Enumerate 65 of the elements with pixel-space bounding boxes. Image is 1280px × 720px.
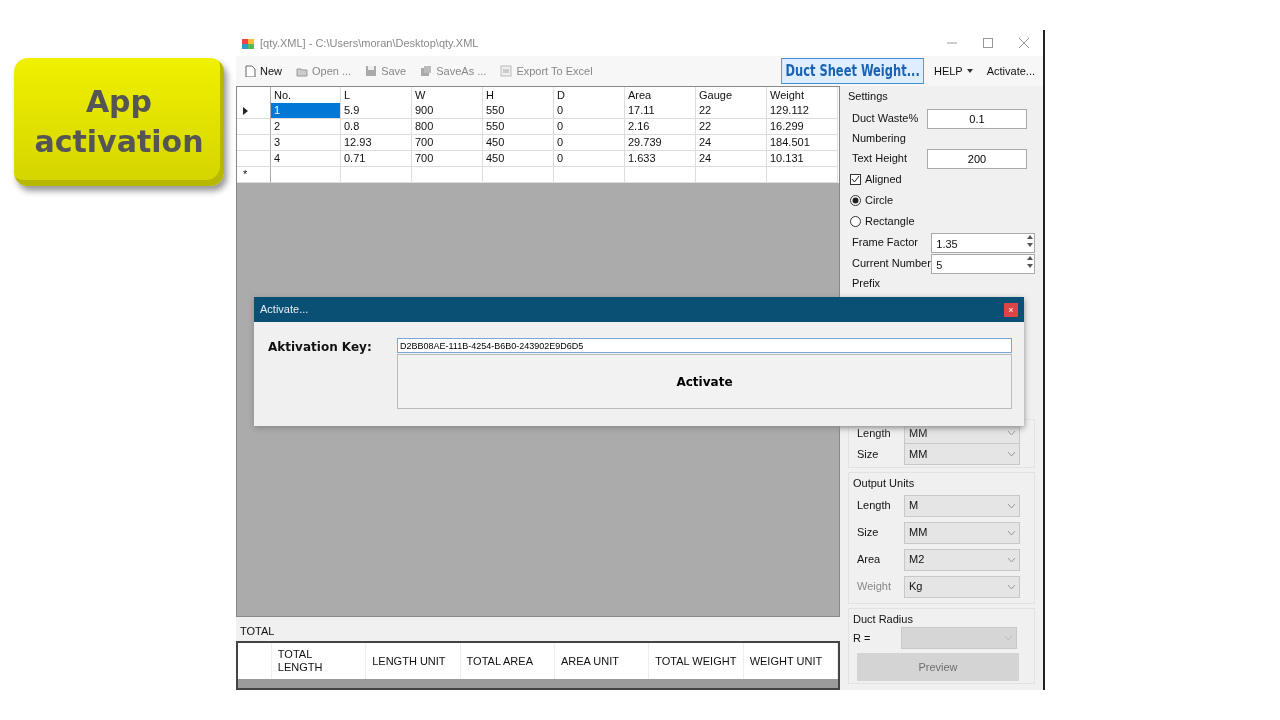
- field-label: Aktivation Key:: [268, 339, 373, 356]
- section-title: Output Units: [853, 476, 916, 491]
- key-field[interactable]: D2BB08AE-111B-4254-B6B0-243902E9D6D5: [397, 338, 1012, 353]
- table-cell[interactable]: [554, 167, 625, 183]
- caret-icon: [966, 69, 973, 73]
- chevron-icon: [1008, 584, 1015, 589]
- table-cell[interactable]: [625, 167, 696, 183]
- dialog-title: Activate...: [260, 302, 309, 318]
- spin-arrows-icon: [1026, 233, 1034, 248]
- field-label: Size: [857, 525, 880, 541]
- field-label: Weight: [857, 579, 893, 595]
- section-title: Numbering: [851, 130, 907, 146]
- toolbar-button[interactable]: New: [240, 60, 286, 82]
- chevron-icon: [1008, 452, 1015, 456]
- select-field[interactable]: M: [904, 494, 1020, 517]
- spin-box[interactable]: 1.35: [931, 232, 1035, 253]
- section-title: Prefix: [851, 275, 882, 291]
- field-label: Current Number: [852, 256, 932, 272]
- title-button[interactable]: Duct Sheet Weight...: [781, 58, 924, 84]
- spin-arrows-icon: [1026, 254, 1034, 269]
- close-button[interactable]: ×: [1004, 302, 1018, 317]
- field-label: Length: [857, 425, 892, 441]
- field-label: Size: [857, 446, 880, 462]
- field-label: Duct Waste%: [852, 111, 920, 127]
- menu-item[interactable]: HELP: [929, 60, 977, 82]
- aligned-checkbox[interactable]: Aligned: [850, 171, 902, 188]
- totals-label: TOTAL: [239, 623, 276, 639]
- maximize-icon: [983, 38, 993, 48]
- field-label: Frame Factor: [852, 235, 919, 251]
- row-header[interactable]: *: [237, 167, 271, 183]
- table-cell[interactable]: [412, 167, 483, 183]
- spin-box[interactable]: 5: [931, 253, 1035, 274]
- section-title: Settings: [848, 89, 889, 104]
- menu-item[interactable]: Activate...: [982, 60, 1039, 82]
- document-icon: [244, 65, 256, 77]
- radio-option[interactable]: Circle: [850, 192, 894, 209]
- table-cell[interactable]: [696, 167, 767, 183]
- chevron-icon: [1008, 503, 1015, 508]
- section-title: Duct Radius: [853, 611, 914, 627]
- input-field[interactable]: 0.1: [927, 108, 1027, 129]
- select-field[interactable]: M2: [904, 548, 1020, 571]
- field-label: R =: [853, 630, 872, 646]
- table-cell: 1: [271, 103, 341, 119]
- field-label: Length: [857, 498, 892, 514]
- close-icon: [1019, 38, 1029, 48]
- table-cell[interactable]: [271, 167, 341, 183]
- input-field[interactable]: 200: [927, 148, 1027, 169]
- select-field[interactable]: MM: [904, 521, 1020, 544]
- app-icon: [242, 37, 254, 49]
- radio-option[interactable]: Rectangle: [850, 213, 915, 230]
- field-label: Area: [857, 552, 882, 568]
- chevron-icon: [1008, 530, 1015, 535]
- table-cell[interactable]: [341, 167, 412, 183]
- chevron-icon: [1008, 557, 1015, 562]
- field-label: Text Height: [852, 151, 909, 167]
- badge: App activation: [14, 58, 224, 186]
- table-cell[interactable]: [767, 167, 838, 183]
- disks-icon: [420, 65, 433, 77]
- sheet-icon: [500, 65, 513, 77]
- select-field[interactable]: MM: [904, 443, 1020, 465]
- table-cell[interactable]: [483, 167, 554, 183]
- window-title: [qty.XML] - C:\Users\moran\Desktop\qty.XML: [260, 35, 479, 51]
- chevron-icon: [1008, 431, 1015, 435]
- activate-button[interactable]: Activate: [397, 354, 1012, 409]
- folder-icon: [296, 65, 308, 77]
